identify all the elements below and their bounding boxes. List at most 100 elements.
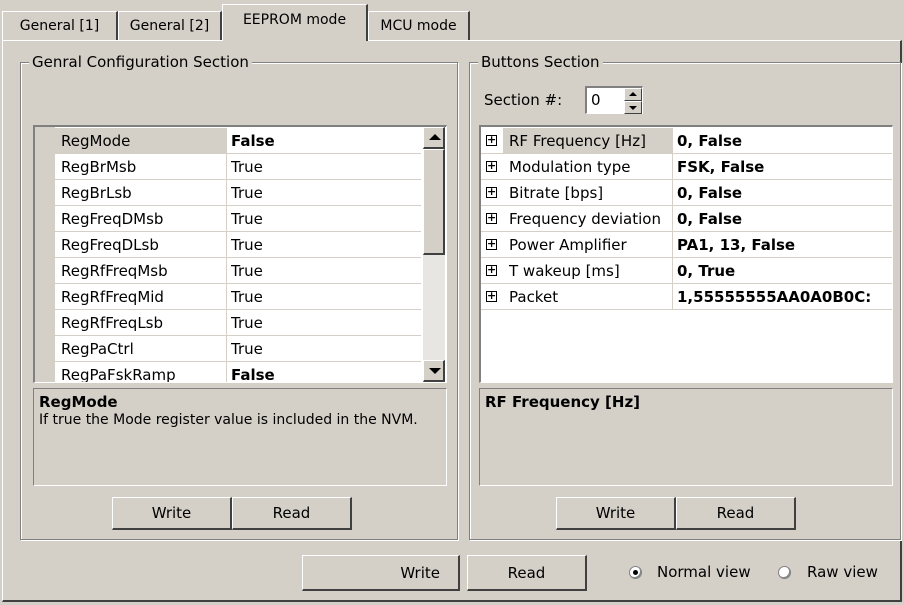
section-decrement-button[interactable]: [624, 101, 642, 114]
grid-cell-name: RegMode: [55, 128, 227, 153]
button-label: Write: [400, 564, 440, 582]
button-label: Read: [716, 504, 755, 522]
grid-row[interactable]: RegPaCtrl True: [55, 336, 421, 362]
tab-label: MCU mode: [380, 18, 457, 34]
grid-row[interactable]: + RF Frequency [Hz] 0, False: [481, 128, 892, 154]
grid-cell-name: RegPaCtrl: [55, 336, 227, 361]
description-title: RF Frequency [Hz]: [485, 393, 641, 411]
expand-plus-icon[interactable]: +: [486, 134, 497, 146]
grid-gutter: [35, 127, 55, 382]
grid-cell-value[interactable]: False: [231, 362, 421, 382]
grid-cell-value[interactable]: 0, False: [677, 128, 892, 153]
arrow-down-icon: [429, 368, 441, 374]
grid-row[interactable]: + Frequency deviation 0, False: [481, 206, 892, 232]
grid-cell-name: Power Amplifier: [503, 232, 673, 257]
radio-button-icon: [629, 566, 642, 579]
tab-general-2[interactable]: General [2]: [118, 11, 222, 40]
grid-cell-name: RegBrLsb: [55, 180, 227, 205]
grid-row[interactable]: RegPaFskRamp False: [55, 362, 421, 382]
footer-read-button[interactable]: Read: [467, 555, 587, 591]
radio-selected-dot: [633, 570, 638, 575]
tab-general-1[interactable]: General [1]: [2, 11, 118, 40]
grid-cell-name: RF Frequency [Hz]: [503, 128, 673, 153]
general-description-panel: RegMode If true the Mode register value …: [33, 388, 447, 486]
tab-eeprom-mode[interactable]: EEPROM mode: [222, 4, 368, 41]
expand-plus-icon[interactable]: +: [486, 290, 497, 302]
expand-plus-icon[interactable]: +: [486, 264, 497, 276]
grid-cell-value[interactable]: PA1, 13, False: [677, 232, 892, 257]
grid-cell-value[interactable]: True: [231, 206, 421, 231]
normal-view-radio[interactable]: Normal view: [629, 563, 769, 584]
tab-label: General [1]: [19, 18, 100, 34]
grid-cell-name: RegRfFreqMsb: [55, 258, 227, 283]
section-increment-button[interactable]: [624, 88, 642, 101]
radio-label: Normal view: [657, 563, 751, 581]
buttons-read-button[interactable]: Read: [676, 497, 796, 530]
grid-cell-name: Bitrate [bps]: [503, 180, 673, 205]
buttons-description-panel: RF Frequency [Hz]: [479, 388, 893, 486]
grid-cell-value[interactable]: 0, True: [677, 258, 892, 283]
tab-label: EEPROM mode: [242, 12, 347, 28]
grid-cell-value[interactable]: True: [231, 336, 421, 361]
tab-label: General [2]: [129, 18, 210, 34]
grid-row[interactable]: + T wakeup [ms] 0, True: [481, 258, 892, 284]
grid-cell-value[interactable]: 0, False: [677, 180, 892, 205]
scroll-up-button[interactable]: [423, 127, 445, 149]
button-label: Read: [507, 564, 546, 582]
general-read-button[interactable]: Read: [232, 497, 352, 530]
grid-cell-value[interactable]: True: [231, 310, 421, 335]
grid-row[interactable]: RegRfFreqLsb True: [55, 310, 421, 336]
description-title: RegMode: [39, 393, 118, 411]
button-label: Write: [595, 504, 636, 522]
grid-cell-value[interactable]: True: [231, 258, 421, 283]
expand-plus-icon[interactable]: +: [486, 238, 497, 250]
general-write-button[interactable]: Write: [112, 497, 232, 530]
general-property-grid[interactable]: RegMode False RegBrMsb True RegBrLsb True RegF…: [33, 125, 447, 383]
section-number-value: 0: [591, 91, 601, 109]
buttons-write-button[interactable]: Write: [556, 497, 676, 530]
grid-cell-value[interactable]: True: [231, 154, 421, 179]
grid-cell-value[interactable]: 1,55555555AA0A0B0C:: [677, 284, 892, 309]
button-label: Write: [151, 504, 192, 522]
group-title: Genral Configuration Section: [29, 52, 252, 72]
grid-cell-name: T wakeup [ms]: [503, 258, 673, 283]
grid-cell-value[interactable]: True: [231, 232, 421, 257]
grid-row[interactable]: + Modulation type FSK, False: [481, 154, 892, 180]
grid-row[interactable]: RegBrMsb True: [55, 154, 421, 180]
grid-cell-name: RegPaFskRamp: [55, 362, 227, 382]
grid-cell-value[interactable]: FSK, False: [677, 154, 892, 179]
grid-row[interactable]: RegMode False: [55, 128, 421, 154]
grid-cell-value[interactable]: False: [231, 128, 421, 153]
grid-row[interactable]: RegRfFreqMsb True: [55, 258, 421, 284]
grid-cell-name: RegRfFreqMid: [55, 284, 227, 309]
grid-cell-name: Packet: [503, 284, 673, 309]
vertical-scrollbar[interactable]: [423, 127, 445, 382]
grid-cell-name: RegFreqDMsb: [55, 206, 227, 231]
tab-mcu-mode[interactable]: MCU mode: [368, 11, 470, 40]
section-number-label: Section #:: [484, 91, 563, 109]
grid-cell-value[interactable]: 0, False: [677, 206, 892, 231]
grid-row[interactable]: + Bitrate [bps] 0, False: [481, 180, 892, 206]
raw-view-radio[interactable]: Raw view: [778, 563, 898, 584]
grid-row[interactable]: RegBrLsb True: [55, 180, 421, 206]
grid-row[interactable]: + Packet 1,55555555AA0A0B0C:: [481, 284, 892, 310]
grid-cell-value[interactable]: True: [231, 284, 421, 309]
arrow-up-icon: [629, 92, 637, 96]
grid-cell-name: Modulation type: [503, 154, 673, 179]
arrow-down-icon: [629, 106, 637, 110]
scroll-down-button[interactable]: [423, 360, 445, 382]
grid-row[interactable]: RegRfFreqMid True: [55, 284, 421, 310]
buttons-property-grid[interactable]: + RF Frequency [Hz] 0, False + Modulation ty…: [479, 125, 893, 383]
grid-row[interactable]: RegFreqDMsb True: [55, 206, 421, 232]
footer-write-button[interactable]: Write: [302, 555, 460, 591]
grid-cell-value[interactable]: True: [231, 180, 421, 205]
section-number-updown[interactable]: 0: [585, 86, 643, 114]
expand-plus-icon[interactable]: +: [486, 212, 497, 224]
grid-cell-name: RegRfFreqLsb: [55, 310, 227, 335]
expand-plus-icon[interactable]: +: [486, 160, 497, 172]
grid-row[interactable]: + Power Amplifier PA1, 13, False: [481, 232, 892, 258]
grid-row[interactable]: RegFreqDLsb True: [55, 232, 421, 258]
grid-cell-name: Frequency deviation: [503, 206, 673, 231]
expand-plus-icon[interactable]: +: [486, 186, 497, 198]
scroll-thumb[interactable]: [423, 149, 445, 255]
